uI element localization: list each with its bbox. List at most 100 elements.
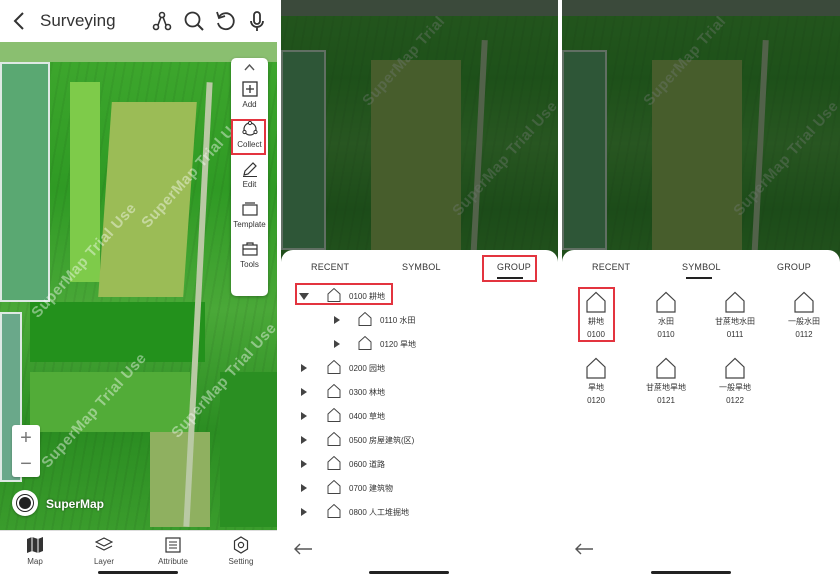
tree-row[interactable]: 0600 道路 — [281, 455, 558, 475]
zoom-out-button[interactable]: − — [12, 451, 40, 477]
map-icon — [27, 537, 43, 553]
panel-divider — [558, 0, 562, 580]
tree-row[interactable]: 0700 建筑物 — [281, 479, 558, 499]
route-icon[interactable] — [150, 9, 174, 33]
tab-symbol[interactable]: SYMBOL — [682, 262, 721, 272]
layers-icon — [95, 537, 113, 551]
dim-overlay[interactable] — [281, 0, 558, 262]
symbol-name: 甘蔗地水田 — [715, 317, 755, 326]
back-arrow-icon[interactable] — [293, 542, 313, 556]
search-icon[interactable] — [182, 9, 206, 33]
supermap-logo: SuperMap — [46, 497, 105, 511]
template-label: Template — [233, 220, 266, 229]
house-icon — [327, 359, 341, 374]
undo-icon[interactable] — [214, 9, 238, 33]
tree-row[interactable]: 0500 房屋建筑(区) — [281, 431, 558, 451]
symbol-name: 甘蔗地旱地 — [646, 383, 686, 392]
toolbox-icon — [241, 242, 258, 256]
tab-group[interactable]: GROUP — [777, 262, 811, 272]
house-icon — [327, 431, 341, 446]
home-indicator — [651, 571, 731, 574]
house-icon — [327, 479, 341, 494]
group-tab-highlight — [482, 255, 537, 282]
map-field — [150, 432, 210, 527]
zoom-control: + − — [12, 425, 40, 477]
symbol-item[interactable]: 水田 0110 — [638, 290, 694, 339]
tree-row[interactable]: 0110 水田 — [281, 311, 558, 331]
house-icon — [656, 357, 676, 379]
house-icon — [725, 357, 745, 379]
edit-label: Edit — [242, 180, 257, 189]
home-indicator — [98, 571, 178, 574]
tab-symbol[interactable]: SYMBOL — [402, 262, 441, 272]
symbol-code: 0110 — [657, 330, 675, 339]
symbol-highlight — [578, 287, 615, 342]
map-screen: SuperMap Trial Use SuperMap Trial Use Su… — [0, 0, 277, 580]
tab-underline — [686, 277, 712, 279]
symbol-item[interactable]: 一般旱地 0122 — [707, 356, 763, 405]
tab-recent[interactable]: RECENT — [592, 262, 630, 272]
collapsed-arrow-icon — [334, 316, 340, 324]
location-button[interactable] — [12, 490, 38, 516]
bottom-nav: Map Layer Attribute Setting — [0, 530, 277, 580]
template-icon — [241, 202, 258, 216]
symbol-code: 0121 — [657, 396, 675, 405]
tree-row[interactable]: 0200 园地 — [281, 359, 558, 379]
tree-label: 0700 建筑物 — [349, 484, 394, 493]
map-field — [0, 62, 50, 302]
tree-row[interactable]: 0300 林地 — [281, 383, 558, 403]
dim-overlay[interactable] — [562, 0, 840, 262]
symbol-item[interactable]: 旱地 0120 — [568, 356, 624, 405]
chevron-up-icon[interactable] — [244, 64, 255, 71]
collapsed-arrow-icon — [301, 388, 307, 396]
status-bar-dim — [562, 0, 840, 16]
collect-highlight — [231, 119, 266, 155]
house-icon — [327, 383, 341, 398]
tree-row[interactable]: 0120 旱地 — [281, 335, 558, 355]
symbol-code: 0120 — [587, 396, 605, 405]
gear-icon — [233, 536, 249, 554]
house-icon — [794, 291, 814, 313]
collapsed-arrow-icon — [301, 508, 307, 516]
top-bar: Surveying — [0, 0, 277, 42]
add-label: Add — [242, 100, 257, 109]
symbol-code: 0111 — [726, 330, 744, 339]
symbol-picker-screen: SuperMap Trial Use SuperMap Trial Use RE… — [562, 0, 840, 580]
tree-row[interactable]: 0400 草地 — [281, 407, 558, 427]
mic-icon[interactable] — [245, 9, 269, 33]
collapsed-arrow-icon — [301, 460, 307, 468]
tab-recent[interactable]: RECENT — [311, 262, 349, 272]
tree-row[interactable]: 0800 人工堆掘地 — [281, 503, 558, 523]
house-icon — [327, 407, 341, 422]
collapsed-arrow-icon — [301, 364, 307, 372]
tree-label: 0110 水田 — [380, 316, 416, 325]
nav-setting[interactable]: Setting — [211, 536, 271, 566]
nav-attribute[interactable]: Attribute — [143, 536, 203, 566]
edit-button[interactable]: Edit — [231, 160, 268, 200]
zoom-in-button[interactable]: + — [12, 425, 40, 451]
add-button[interactable]: Add — [231, 80, 268, 120]
tools-button[interactable]: Tools — [231, 240, 268, 280]
house-icon — [586, 357, 606, 379]
nav-layer[interactable]: Layer — [74, 536, 134, 566]
back-arrow-icon[interactable] — [574, 542, 594, 556]
bottom-sheet: RECENT SYMBOL GROUP 耕地 0100 水田 0110 甘蔗地水… — [562, 250, 840, 580]
map-field — [220, 372, 277, 527]
nav-attribute-label: Attribute — [158, 557, 188, 566]
collapsed-arrow-icon — [301, 436, 307, 444]
tree-label: 0120 旱地 — [380, 340, 417, 349]
symbol-item[interactable]: 甘蔗地旱地 0121 — [638, 356, 694, 405]
tree-label: 0500 房屋建筑(区) — [349, 436, 415, 445]
tools-label: Tools — [240, 260, 259, 269]
back-icon[interactable] — [10, 10, 30, 32]
nav-map[interactable]: Map — [5, 536, 65, 566]
symbol-item[interactable]: 甘蔗地水田 0111 — [707, 290, 763, 339]
edit-toolbar: Add Collect Edit Template Tools — [231, 58, 268, 296]
collapsed-arrow-icon — [301, 484, 307, 492]
symbol-item[interactable]: 一般水田 0112 — [776, 290, 832, 339]
template-button[interactable]: Template — [231, 200, 268, 240]
tree-label: 0300 林地 — [349, 388, 386, 397]
symbol-name: 一般旱地 — [719, 383, 751, 392]
symbol-name: 一般水田 — [788, 317, 820, 326]
house-icon — [656, 291, 676, 313]
